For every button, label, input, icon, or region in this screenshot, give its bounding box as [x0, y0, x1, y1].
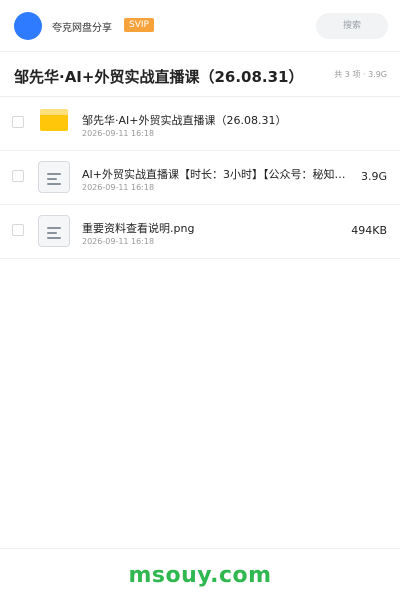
file-size: 494KB: [351, 224, 387, 237]
site-name: 夸克网盘分享: [52, 23, 112, 34]
avatar[interactable]: [14, 12, 42, 40]
folder-summary: 共 3 项 · 3.9G: [334, 70, 387, 79]
file-size: 3.9G: [360, 170, 387, 183]
search-placeholder: 搜索: [342, 21, 361, 31]
select-checkbox[interactable]: [12, 170, 24, 182]
file-row[interactable]: 邹先华·AI+外贸实战直播课（26.08.31） 2026-09-11 16:1…: [0, 97, 400, 151]
file-name[interactable]: AI+外贸实战直播课【时长：3小时】【公众号：秘知…: [82, 166, 350, 182]
search-input[interactable]: 搜索: [316, 13, 388, 39]
select-checkbox[interactable]: [12, 116, 24, 128]
watermark-text: msouy.com: [128, 563, 272, 588]
svip-badge: SVIP: [124, 18, 154, 32]
document-icon: [38, 161, 70, 193]
file-date: 2026-09-11 16:18: [82, 183, 155, 192]
folder-icon: [40, 109, 68, 131]
folder-header: 邹先华·AI+外贸实战直播课（26.08.31） 共 3 项 · 3.9G: [0, 52, 400, 97]
file-name[interactable]: 邹先华·AI+外贸实战直播课（26.08.31）: [82, 112, 352, 128]
file-date: 2026-09-11 16:18: [82, 237, 155, 246]
file-name[interactable]: 重要资料查看说明.png: [82, 220, 332, 236]
file-row[interactable]: AI+外贸实战直播课【时长：3小时】【公众号：秘知… 2026-09-11 16…: [0, 151, 400, 205]
page-title: 邹先华·AI+外贸实战直播课（26.08.31）: [14, 68, 304, 86]
file-date: 2026-09-11 16:18: [82, 129, 155, 138]
top-bar: 夸克网盘分享 SVIP 搜索: [0, 0, 400, 52]
select-checkbox[interactable]: [12, 224, 24, 236]
file-row[interactable]: 重要资料查看说明.png 2026-09-11 16:18 494KB: [0, 205, 400, 259]
footer-divider: [0, 548, 400, 549]
document-icon: [38, 215, 70, 247]
